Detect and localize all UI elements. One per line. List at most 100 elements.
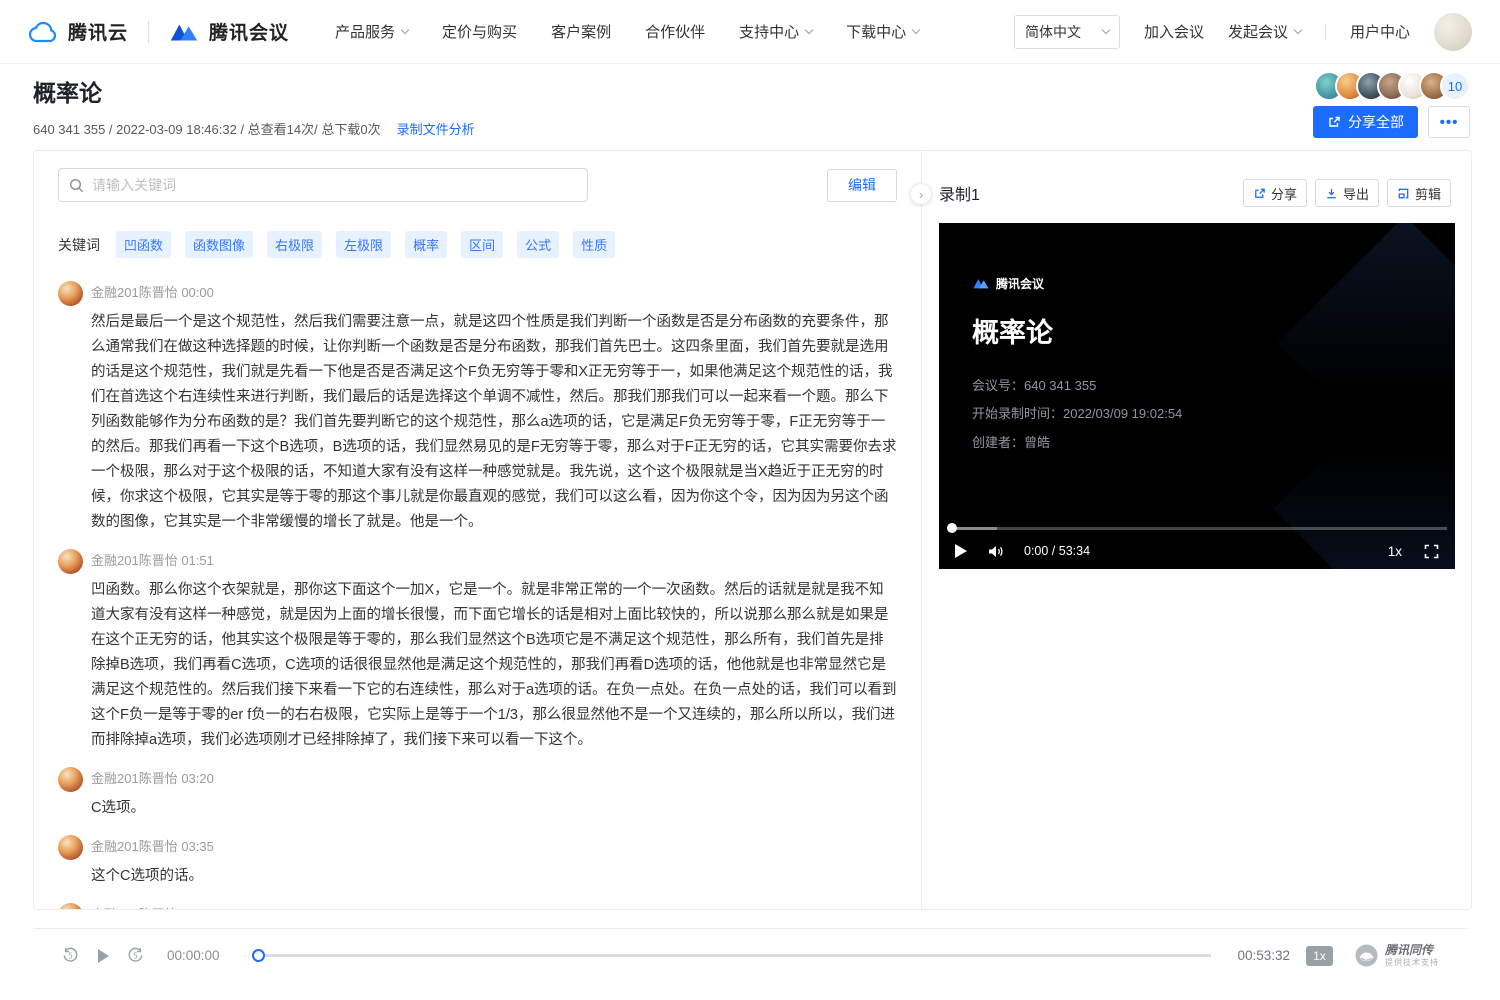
time-display: 0:00 / 53:34 (1024, 544, 1090, 558)
slider-track[interactable] (263, 954, 1212, 957)
main-content-card: 编辑 关键词 凹函数 函数图像 右极限 左极限 概率 区间 公式 性质 金融20… (33, 150, 1472, 910)
speed-badge[interactable]: 1x (1306, 946, 1333, 966)
play-button[interactable] (96, 948, 110, 964)
chevron-down-icon (1102, 25, 1110, 33)
main-nav: 产品服务 定价与购买 客户案例 合作伙伴 支持中心 下载中心 (335, 21, 919, 42)
nav-cases[interactable]: 客户案例 (551, 21, 611, 42)
share-all-button[interactable]: 分享全部 (1313, 106, 1418, 138)
chevron-down-icon (805, 25, 813, 33)
entry-text[interactable]: C选项。 (91, 796, 897, 821)
speaker-avatar (58, 549, 83, 574)
speaker-avatar (58, 835, 83, 860)
topnav-right: 简体中文 加入会议 发起会议 用户中心 (1014, 13, 1472, 51)
clip-button[interactable]: 剪辑 (1387, 179, 1451, 207)
nav-products[interactable]: 产品服务 (335, 21, 408, 42)
svg-text:5: 5 (68, 952, 73, 961)
transcript-entry[interactable]: 金融201陈晋怡 01:51 凹函数。那么你这个衣架就是，那你这下面这个一加X，… (58, 548, 897, 753)
export-button[interactable]: 导出 (1315, 179, 1379, 207)
nav-pricing[interactable]: 定价与购买 (442, 21, 517, 42)
current-time: 00:00:00 (167, 948, 220, 963)
record-analysis-link[interactable]: 录制文件分析 (397, 119, 475, 138)
language-select[interactable]: 简体中文 (1014, 15, 1120, 49)
nav-download[interactable]: 下载中心 (846, 21, 919, 42)
participants-avatars: 10 (1314, 71, 1470, 101)
nav-support[interactable]: 支持中心 (739, 21, 812, 42)
join-meeting-link[interactable]: 加入会议 (1144, 21, 1204, 42)
keyword-tag[interactable]: 公式 (517, 231, 559, 258)
tencent-meeting-icon (169, 20, 199, 44)
keywords-row: 关键词 凹函数 函数图像 右极限 左极限 概率 区间 公式 性质 (58, 231, 897, 258)
provider-subtitle: 提供技术支持 (1385, 958, 1439, 967)
keyword-tag[interactable]: 性质 (573, 231, 615, 258)
keyword-search-box[interactable] (58, 168, 588, 202)
transcript-pane: 编辑 关键词 凹函数 函数图像 右极限 左极限 概率 区间 公式 性质 金融20… (34, 151, 921, 909)
collapse-panel-button[interactable]: › (910, 183, 932, 205)
entry-header: 金融201陈晋怡 03:35 (91, 834, 897, 859)
provider-texts: 腾讯同传 提供技术支持 (1385, 944, 1439, 967)
keyword-tag[interactable]: 区间 (461, 231, 503, 258)
tencent-interpreting-icon (1355, 944, 1378, 967)
provider-name: 腾讯同传 (1385, 944, 1439, 958)
keyword-tag[interactable]: 概率 (405, 231, 447, 258)
more-button[interactable]: ••• (1428, 106, 1470, 138)
page-title: 概率论 (33, 74, 102, 108)
keyword-tag[interactable]: 右极限 (267, 231, 322, 258)
progress-track[interactable] (997, 527, 1447, 530)
progress-handle[interactable] (947, 523, 957, 533)
record-start-time: 开始录制时间：2022/03/09 19:02:54 (972, 403, 1182, 422)
entry-header: 金融201陈晋怡 04:14 (91, 902, 897, 909)
video-controls: 0:00 / 53:34 1x (939, 533, 1455, 569)
nav-partners[interactable]: 合作伙伴 (645, 21, 705, 42)
search-row: 编辑 (58, 168, 897, 202)
tencent-cloud-logo-text[interactable]: 腾讯云 (68, 18, 128, 45)
video-title: 概率论 (972, 311, 1053, 350)
player-actions: 分享 导出 剪辑 (1243, 179, 1451, 207)
timeline-slider[interactable] (252, 949, 1212, 963)
transcript-entry[interactable]: 金融201陈晋怡 03:20 C选项。 (58, 766, 897, 821)
chevron-down-icon (1294, 25, 1302, 33)
global-playbar: 5 5 00:00:00 00:53:32 1x 腾讯同传 提供技术支持 (33, 928, 1467, 982)
recording-title: 录制1 (939, 181, 980, 205)
participants-count-badge[interactable]: 10 (1440, 71, 1470, 101)
user-center-link[interactable]: 用户中心 (1350, 21, 1410, 42)
entry-header: 金融201陈晋怡 00:00 (91, 280, 897, 305)
search-icon (69, 178, 84, 193)
keyword-tag[interactable]: 函数图像 (185, 231, 253, 258)
video-progress-bar[interactable] (947, 523, 1447, 533)
edit-button[interactable]: 编辑 (827, 169, 897, 202)
creator: 创建者：曾皓 (972, 432, 1050, 451)
clip-icon (1397, 187, 1410, 200)
tencent-meeting-logo-text[interactable]: 腾讯会议 (209, 18, 289, 45)
keyword-tag[interactable]: 凹函数 (116, 231, 171, 258)
chevron-down-icon (401, 25, 409, 33)
start-meeting-link[interactable]: 发起会议 (1228, 21, 1301, 42)
entry-text[interactable]: 凹函数。那么你这个衣架就是，那你这下面这个一加X，它是一个。就是非常正常的一个一… (91, 578, 897, 753)
play-button[interactable] (955, 544, 967, 558)
buffered-segment (955, 527, 997, 530)
divider (1325, 24, 1326, 40)
slider-handle[interactable] (252, 949, 265, 962)
entry-text[interactable]: 这个C选项的话。 (91, 864, 897, 889)
video-player[interactable]: 腾讯会议 概率论 会议号：640 341 355 开始录制时间：2022/03/… (939, 223, 1455, 569)
title-actions: 分享全部 ••• (1313, 106, 1470, 138)
player-header: 录制1 分享 导出 剪辑 (939, 179, 1451, 207)
tencent-cloud-icon (28, 20, 58, 44)
brand-divider (148, 21, 149, 43)
top-navigation: 腾讯云 腾讯会议 产品服务 定价与购买 客户案例 合作伙伴 支持中心 下载中心 … (0, 0, 1500, 64)
user-avatar[interactable] (1434, 13, 1472, 51)
rewind-5-button[interactable]: 5 (61, 946, 80, 965)
fullscreen-icon[interactable] (1424, 544, 1439, 559)
transcript-entry[interactable]: 金融201陈晋怡 03:35 这个C选项的话。 (58, 834, 897, 889)
share-icon (1253, 187, 1266, 200)
keyword-tag[interactable]: 左极限 (336, 231, 391, 258)
transcript-list[interactable]: 金融201陈晋怡 00:00 然后是最后一个是这个规范性，然后我们需要注意一点，… (58, 280, 897, 909)
transcript-entry[interactable]: 金融201陈晋怡 00:00 然后是最后一个是这个规范性，然后我们需要注意一点，… (58, 280, 897, 535)
transcript-entry[interactable]: 金融201陈晋怡 04:14 Sorry，大家这题我还是没有很准备好，这样，我们… (58, 902, 897, 909)
forward-5-button[interactable]: 5 (126, 946, 145, 965)
volume-icon[interactable] (987, 544, 1004, 559)
playback-speed[interactable]: 1x (1388, 544, 1402, 559)
meeting-number: 会议号：640 341 355 (972, 375, 1096, 394)
share-button[interactable]: 分享 (1243, 179, 1307, 207)
entry-text[interactable]: 然后是最后一个是这个规范性，然后我们需要注意一点，就是这四个性质是我们判断一个函… (91, 310, 897, 535)
search-input[interactable] (92, 177, 577, 193)
